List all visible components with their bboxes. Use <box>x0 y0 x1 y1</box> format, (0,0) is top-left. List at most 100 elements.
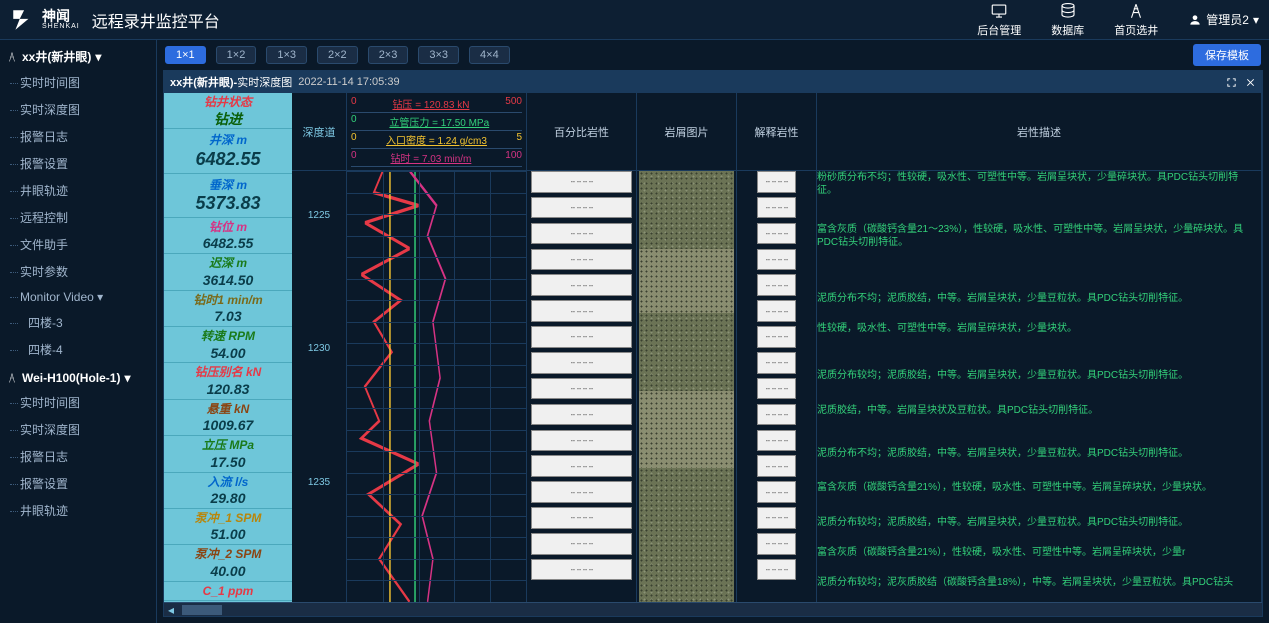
lithology-pattern: -- -- -- -- <box>757 223 796 245</box>
brand-cn: 神闻 <box>42 9 80 23</box>
param-value: 1009.67 <box>164 417 292 434</box>
curve-header-row: 0入口密度 = 1.24 g/cm35 <box>351 131 522 149</box>
param-box: 钻压别名 kN120.83 <box>164 363 292 399</box>
param-value: 40.00 <box>164 563 292 580</box>
chevron-down-icon: ▾ <box>97 290 103 304</box>
lithology-description: 富含灰质（碳酸钙含量21～23%），性较硬，吸水性、可塑性中等。岩屑呈块状，少量… <box>817 223 1257 249</box>
lithology-description: 泥质分布不均；泥质胶结，中等。岩屑呈块状，少量豆粒状。具PDC钻头切削特征。 <box>817 447 1257 460</box>
lithology-pattern: -- -- -- -- <box>531 533 632 555</box>
close-icon[interactable] <box>1245 77 1256 88</box>
save-template-button[interactable]: 保存模板 <box>1193 44 1261 66</box>
cuttings-photo[interactable] <box>639 468 734 602</box>
layout-button-2x3[interactable]: 2×3 <box>368 46 409 64</box>
sidebar-sub-item[interactable]: 四楼-4 <box>0 336 156 363</box>
param-value: 钻进 <box>164 111 292 128</box>
well-group-2: Wei-H100(Hole-1) ▾ 实时时间图实时深度图报警日志报警设置井眼轨… <box>0 367 156 524</box>
layout-button-4x4[interactable]: 4×4 <box>469 46 510 64</box>
lithology-pattern: -- -- -- -- <box>531 352 632 374</box>
cuttings-photo[interactable] <box>639 313 734 391</box>
cuttings-photo[interactable] <box>639 249 734 314</box>
param-label: 转速 RPM <box>164 329 292 345</box>
param-value: 54.00 <box>164 345 292 362</box>
param-box: 井深 m6482.55 <box>164 129 292 173</box>
sidebar-item[interactable]: 井眼轨迹 <box>0 177 156 204</box>
sidebar-item[interactable]: 文件助手 <box>0 231 156 258</box>
sidebar-item[interactable]: 报警日志 <box>0 123 156 150</box>
well-title-2[interactable]: Wei-H100(Hole-1) ▾ <box>0 367 156 389</box>
horizontal-scrollbar[interactable]: ◂ <box>164 602 1262 616</box>
lithology-pattern: -- -- -- -- <box>531 197 632 219</box>
scrollbar-thumb[interactable] <box>182 605 222 615</box>
nav-admin[interactable]: 后台管理 <box>977 2 1021 38</box>
lithology-description-track: 岩性描述 粉砂质分布不均；性较硬，吸水性、可塑性中等。岩屑呈块状，少量碎块状。具… <box>817 93 1262 602</box>
curve-plot[interactable] <box>347 171 526 602</box>
param-box: 迟深 m3614.50 <box>164 254 292 290</box>
layout-button-1x1[interactable]: 1×1 <box>165 46 206 64</box>
nav-database[interactable]: 数据库 <box>1051 2 1084 38</box>
sidebar-item[interactable]: 井眼轨迹 <box>0 497 156 524</box>
well-title-1[interactable]: xx井(新井眼) ▾ <box>0 44 156 69</box>
layout-button-1x2[interactable]: 1×2 <box>216 46 257 64</box>
param-label: 钻位 m <box>164 220 292 236</box>
cuttings-photo[interactable] <box>639 391 734 469</box>
sidebar-item[interactable]: 实时参数 <box>0 258 156 285</box>
sidebar-sub-item[interactable]: 四楼-3 <box>0 309 156 336</box>
nav-home-well[interactable]: 首页选井 <box>1114 2 1158 38</box>
param-label: 钻压别名 kN <box>164 365 292 381</box>
sidebar: xx井(新井眼) ▾ 实时时间图实时深度图报警日志报警设置井眼轨迹远程控制文件助… <box>0 40 157 623</box>
param-label: 立压 MPa <box>164 438 292 454</box>
sidebar-item[interactable]: Monitor Video ▾ <box>0 285 156 309</box>
sidebar-item[interactable]: 报警设置 <box>0 150 156 177</box>
lithology-pattern: -- -- -- -- <box>757 274 796 296</box>
layout-button-1x3[interactable]: 1×3 <box>266 46 307 64</box>
param-value: 5373.83 <box>164 193 292 215</box>
param-label: 垂深 m <box>164 178 292 194</box>
curve-header-row: 0钻时 = 7.03 min/m100 <box>351 149 522 167</box>
lithology-pattern: -- -- -- -- <box>531 378 632 400</box>
sidebar-item[interactable]: 实时时间图 <box>0 69 156 96</box>
panel-title-prefix: xx井(新井眼)- <box>170 74 237 90</box>
sidebar-item[interactable]: 实时深度图 <box>0 96 156 123</box>
lithology-pattern: -- -- -- -- <box>757 171 796 193</box>
param-label: 钻井状态 <box>164 95 292 111</box>
param-value: 17.50 <box>164 454 292 471</box>
layout-button-3x3[interactable]: 3×3 <box>418 46 459 64</box>
layout-button-2x2[interactable]: 2×2 <box>317 46 358 64</box>
lithology-description: 富含灰质（碳酸钙含量21%），性较硬，吸水性、可塑性中等。岩屑呈碎块状，少量块状… <box>817 481 1257 494</box>
sidebar-item[interactable]: 报警设置 <box>0 470 156 497</box>
content-area: 1×11×21×32×22×33×34×4 保存模板 xx井(新井眼)- 实时深… <box>157 40 1269 623</box>
param-value: 7.03 <box>164 308 292 325</box>
lithology-pattern: -- -- -- -- <box>757 533 796 555</box>
logo-icon <box>10 7 36 33</box>
lithology-pattern: -- -- -- -- <box>757 378 796 400</box>
depth-tick: 1235 <box>292 477 346 488</box>
param-label: 悬重 kN <box>164 402 292 418</box>
logo: 神闻 SHENKAI <box>10 7 80 33</box>
param-value: 51.00 <box>164 526 292 543</box>
lithology-pattern: -- -- -- -- <box>757 507 796 529</box>
lithology-pattern: -- -- -- -- <box>531 559 632 581</box>
panel-timestamp: 2022-11-14 17:05:39 <box>298 76 399 88</box>
param-value: 3614.50 <box>164 272 292 289</box>
param-label: 钻时1 min/m <box>164 293 292 309</box>
expand-icon[interactable] <box>1226 77 1237 88</box>
sidebar-item[interactable]: 实时深度图 <box>0 416 156 443</box>
sidebar-item[interactable]: 远程控制 <box>0 204 156 231</box>
lithology-description: 泥质分布较均；泥灰质胶结（碳酸钙含量18%），中等。岩屑呈块状，少量豆粒状。具P… <box>817 576 1257 589</box>
user-menu[interactable]: 管理员2 ▾ <box>1188 11 1259 28</box>
param-box: 钻位 m6482.55 <box>164 218 292 254</box>
track-header: 岩性描述 <box>817 93 1261 171</box>
scroll-left-icon[interactable]: ◂ <box>164 603 178 617</box>
sidebar-item[interactable]: 实时时间图 <box>0 389 156 416</box>
param-label: 泵冲_1 SPM <box>164 511 292 527</box>
sidebar-item[interactable]: 报警日志 <box>0 443 156 470</box>
lithology-description: 泥质分布较均；泥质胶结，中等。岩屑呈块状，少量豆粒状。具PDC钻头切削特征。 <box>817 369 1257 382</box>
param-value: 6482.55 <box>164 235 292 252</box>
lithology-pattern: -- -- -- -- <box>531 455 632 477</box>
database-icon <box>1059 2 1077 20</box>
derrick-icon <box>6 372 18 384</box>
depth-tick: 1225 <box>292 210 346 221</box>
param-box: 钻井状态钻进 <box>164 93 292 129</box>
track-header: 百分比岩性 <box>527 93 636 171</box>
cuttings-photo[interactable] <box>639 171 734 249</box>
